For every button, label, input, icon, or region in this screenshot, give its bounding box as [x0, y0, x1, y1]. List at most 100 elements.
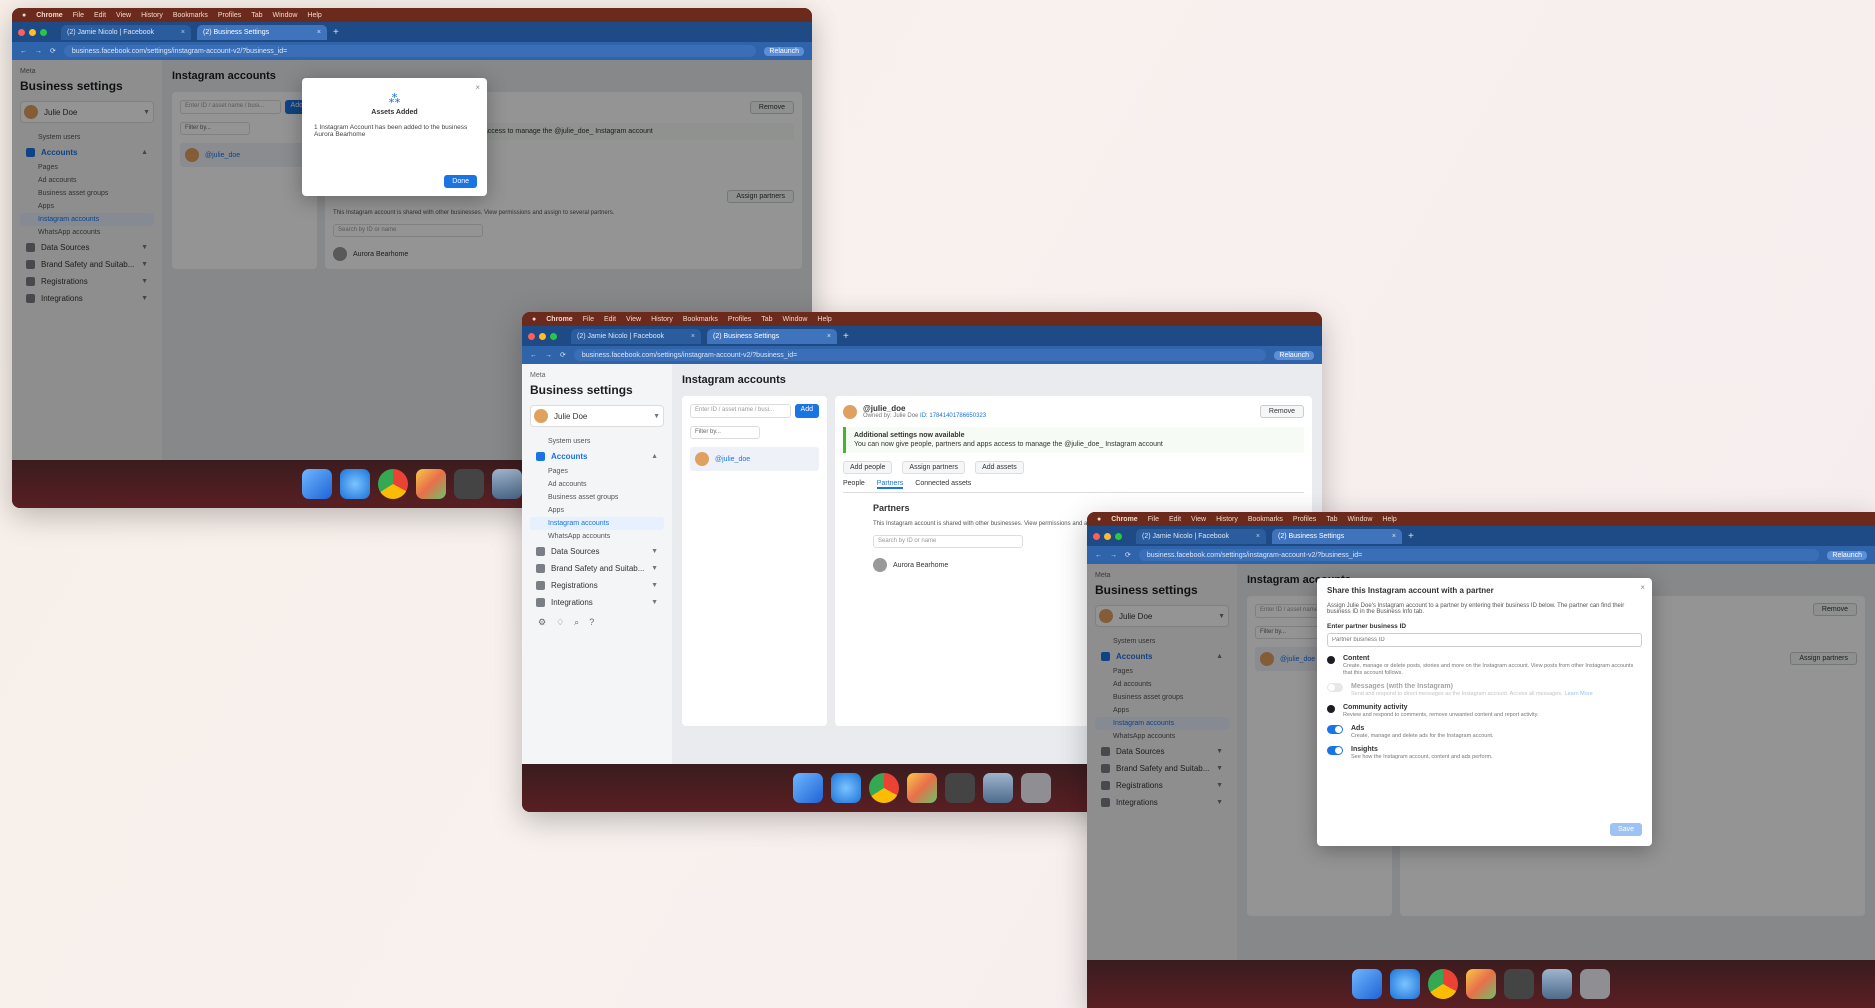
menu-history[interactable]: History [651, 316, 673, 323]
back-icon[interactable]: ← [1095, 552, 1102, 559]
safari-icon[interactable] [831, 773, 861, 803]
relaunch-button[interactable]: Relaunch [1274, 350, 1314, 360]
save-button[interactable]: Save [1610, 823, 1642, 836]
sidebar-item-asset-groups[interactable]: Business asset groups [530, 491, 664, 504]
add-assets-button[interactable]: Add assets [975, 461, 1024, 474]
sidebar-item-data-sources[interactable]: Data Sources ▼ [530, 543, 664, 560]
apple-icon[interactable]: ● [22, 12, 26, 19]
option-insights[interactable]: Insights See how the Instagram account, c… [1327, 746, 1642, 760]
menu-view[interactable]: View [626, 316, 641, 323]
close-icon[interactable]: × [317, 29, 321, 36]
menu-view[interactable]: View [1191, 516, 1206, 523]
settings-icon[interactable]: ⚙ [538, 617, 546, 628]
sidebar-item-registrations[interactable]: Registrations ▼ [530, 577, 664, 594]
menu-bookmarks[interactable]: Bookmarks [173, 12, 208, 19]
safari-icon[interactable] [340, 469, 370, 499]
tab-business-settings[interactable]: (2) Business Settings × [197, 24, 327, 40]
reload-icon[interactable]: ⟳ [50, 47, 56, 55]
assign-partners-button[interactable]: Assign partners [902, 461, 966, 474]
menu-file[interactable]: File [1148, 516, 1159, 523]
finder-icon[interactable] [302, 469, 332, 499]
sidebar-item-apps[interactable]: Apps [530, 504, 664, 517]
option-ads[interactable]: Ads Create, manage and delete ads for the… [1327, 725, 1642, 739]
menu-window[interactable]: Window [273, 12, 298, 19]
settings-icon[interactable] [1504, 969, 1534, 999]
sidebar-item-ad-accounts[interactable]: Ad accounts [530, 478, 664, 491]
relaunch-button[interactable]: Relaunch [1827, 550, 1867, 560]
menu-window[interactable]: Window [783, 316, 808, 323]
menu-tab[interactable]: Tab [761, 316, 772, 323]
option-radio[interactable] [1327, 656, 1335, 664]
finder-icon[interactable] [1352, 969, 1382, 999]
trash-icon[interactable] [1580, 969, 1610, 999]
menu-bookmarks[interactable]: Bookmarks [1248, 516, 1283, 523]
close-icon[interactable]: × [181, 29, 185, 36]
chrome-icon[interactable] [1428, 969, 1458, 999]
filter-dropdown[interactable]: Filter by... [690, 426, 760, 439]
settings-icon[interactable] [945, 773, 975, 803]
window-controls[interactable] [528, 332, 557, 340]
tab-business-settings[interactable]: (2) Business Settings × [1272, 528, 1402, 544]
chrome-icon[interactable] [378, 469, 408, 499]
reload-icon[interactable]: ⟳ [1125, 551, 1131, 559]
tab-partners[interactable]: Partners [876, 480, 904, 489]
address-bar[interactable]: business.facebook.com/settings/instagram… [1138, 549, 1820, 561]
option-toggle[interactable] [1327, 683, 1343, 692]
search-icon[interactable]: ⌕ [574, 617, 579, 628]
tab-facebook[interactable]: (2) Jamie Nicolo | Facebook × [61, 24, 191, 40]
menu-app-name[interactable]: Chrome [36, 12, 62, 19]
new-tab-icon[interactable]: + [1408, 531, 1414, 542]
back-icon[interactable]: ← [20, 48, 27, 55]
menu-file[interactable]: File [73, 12, 84, 19]
sidebar-item-accounts[interactable]: Accounts ▲ [530, 448, 664, 465]
close-icon[interactable]: × [475, 83, 480, 92]
menu-file[interactable]: File [583, 316, 594, 323]
address-bar[interactable]: business.facebook.com/settings/instagram… [63, 45, 757, 57]
address-bar[interactable]: business.facebook.com/settings/instagram… [573, 349, 1267, 361]
forward-icon[interactable]: → [35, 48, 42, 55]
close-icon[interactable]: × [691, 333, 695, 340]
menu-history[interactable]: History [141, 12, 163, 19]
menu-profiles[interactable]: Profiles [218, 12, 241, 19]
apple-icon[interactable]: ● [1097, 516, 1101, 523]
menu-app-name[interactable]: Chrome [1111, 516, 1137, 523]
option-toggle[interactable] [1327, 746, 1343, 755]
photos-icon[interactable] [907, 773, 937, 803]
settings-icon[interactable] [454, 469, 484, 499]
sidebar-item-pages[interactable]: Pages [530, 465, 664, 478]
new-tab-icon[interactable]: + [843, 331, 849, 342]
sidebar-item-instagram-accounts[interactable]: Instagram accounts [530, 517, 664, 530]
partner-search-input[interactable]: Search by ID or name [873, 535, 1023, 548]
menu-view[interactable]: View [116, 12, 131, 19]
list-item[interactable]: @julie_doe [690, 447, 819, 471]
learn-more-link[interactable]: Learn More [1565, 691, 1593, 697]
close-icon[interactable]: × [1256, 533, 1260, 540]
option-toggle[interactable] [1327, 725, 1343, 734]
safari-icon[interactable] [1390, 969, 1420, 999]
option-community-activity[interactable]: Community activity Review and respond to … [1327, 704, 1642, 718]
trash-icon[interactable] [1021, 773, 1051, 803]
preview-icon[interactable] [1542, 969, 1572, 999]
menu-history[interactable]: History [1216, 516, 1238, 523]
menu-tab[interactable]: Tab [1326, 516, 1337, 523]
add-button[interactable]: Add [794, 404, 819, 418]
close-icon[interactable]: × [1392, 533, 1396, 540]
tab-facebook[interactable]: (2) Jamie Nicolo | Facebook × [1136, 528, 1266, 544]
sidebar-item-whatsapp-accounts[interactable]: WhatsApp accounts [530, 530, 664, 543]
menu-tab[interactable]: Tab [251, 12, 262, 19]
option-messages[interactable]: Messages (with the Instagram) Send and re… [1327, 683, 1642, 697]
forward-icon[interactable]: → [545, 352, 552, 359]
menu-edit[interactable]: Edit [94, 12, 106, 19]
help-icon[interactable]: ? [589, 617, 594, 628]
back-icon[interactable]: ← [530, 352, 537, 359]
add-people-button[interactable]: Add people [843, 461, 893, 474]
menu-profiles[interactable]: Profiles [1293, 516, 1316, 523]
done-button[interactable]: Done [444, 175, 477, 188]
preview-icon[interactable] [492, 469, 522, 499]
apple-icon[interactable]: ● [532, 316, 536, 323]
menu-help[interactable]: Help [817, 316, 831, 323]
reload-icon[interactable]: ⟳ [560, 351, 566, 359]
business-selector[interactable]: Julie Doe ▼ [530, 405, 664, 427]
chrome-icon[interactable] [869, 773, 899, 803]
finder-icon[interactable] [793, 773, 823, 803]
